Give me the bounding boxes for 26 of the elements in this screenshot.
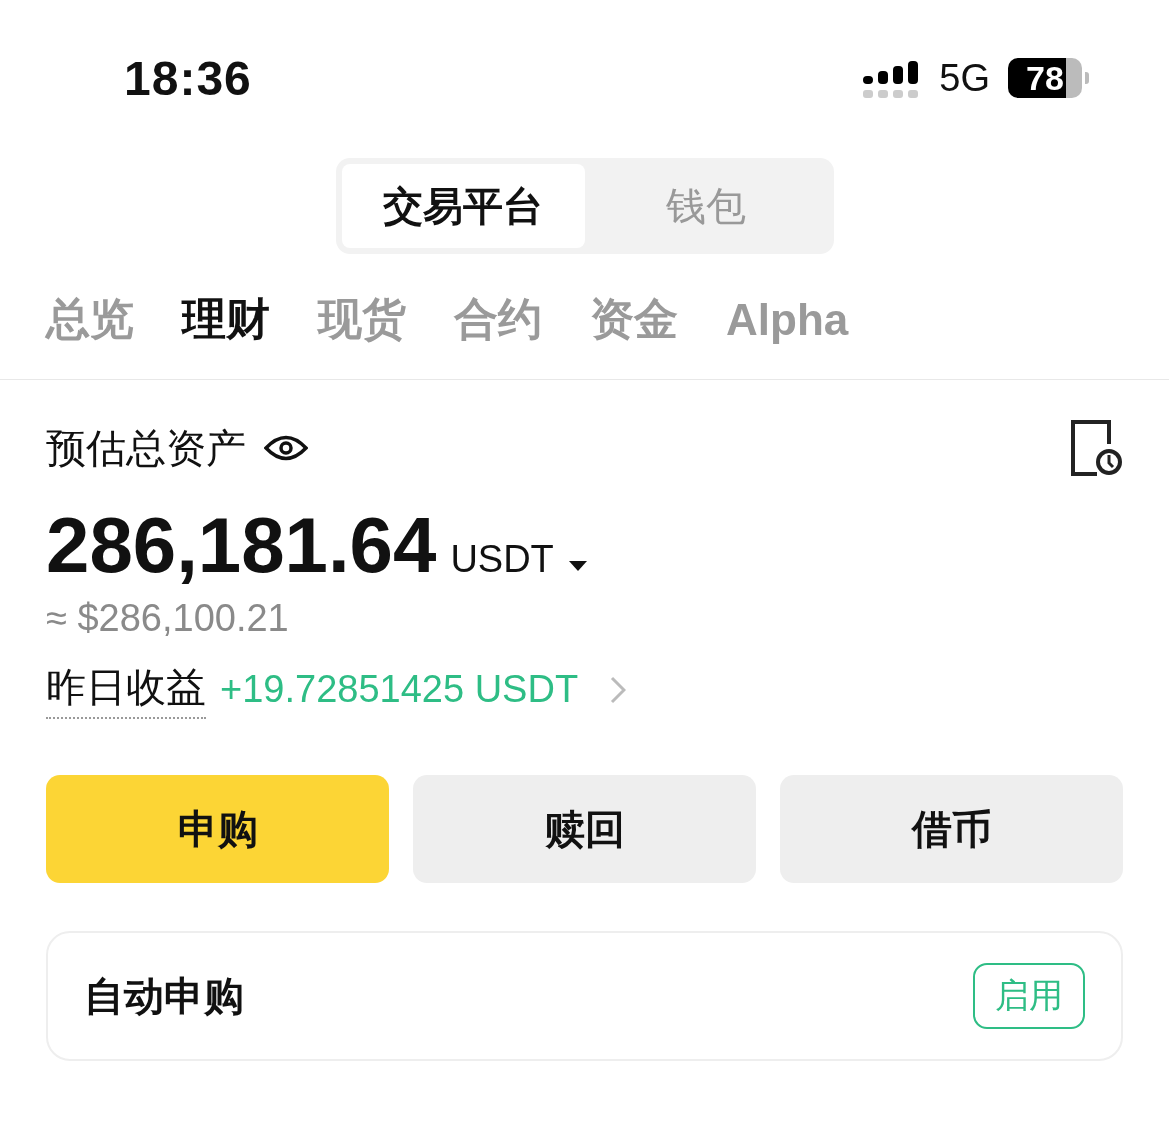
- category-tab[interactable]: 合约: [454, 290, 542, 349]
- segment-tab[interactable]: 交易平台: [341, 164, 585, 248]
- category-tab[interactable]: 理财: [182, 290, 270, 349]
- action-button[interactable]: 借币: [780, 775, 1123, 883]
- auto-subscribe-card[interactable]: 自动申购 启用: [46, 931, 1123, 1061]
- category-tab[interactable]: 资金: [590, 290, 678, 349]
- auto-subscribe-label: 自动申购: [84, 972, 244, 1020]
- clock-time: 18:36: [124, 50, 252, 106]
- network-label: 5G: [939, 56, 990, 100]
- segment-tab[interactable]: 钱包: [584, 164, 828, 248]
- enable-button[interactable]: 启用: [973, 963, 1085, 1029]
- currency-selector[interactable]: USDT: [450, 538, 554, 581]
- history-icon[interactable]: [1069, 418, 1123, 478]
- yesterday-label: 昨日收益: [46, 660, 206, 719]
- eye-icon[interactable]: [264, 433, 308, 463]
- yesterday-earnings[interactable]: +19.72851425 USDT: [220, 668, 579, 711]
- fiat-value: ≈ $286,100.21: [46, 597, 290, 640]
- action-button[interactable]: 赎回: [413, 775, 756, 883]
- category-tab[interactable]: 总览: [46, 290, 134, 349]
- category-tab[interactable]: Alpha: [726, 290, 849, 349]
- action-button[interactable]: 申购: [46, 775, 389, 883]
- battery-icon: 78: [1008, 58, 1082, 98]
- caret-icon[interactable]: [567, 560, 588, 572]
- assets-title: 预估总资产: [46, 424, 246, 472]
- total-amount: 286,181.64: [46, 500, 437, 591]
- category-tab[interactable]: 现货: [318, 290, 406, 349]
